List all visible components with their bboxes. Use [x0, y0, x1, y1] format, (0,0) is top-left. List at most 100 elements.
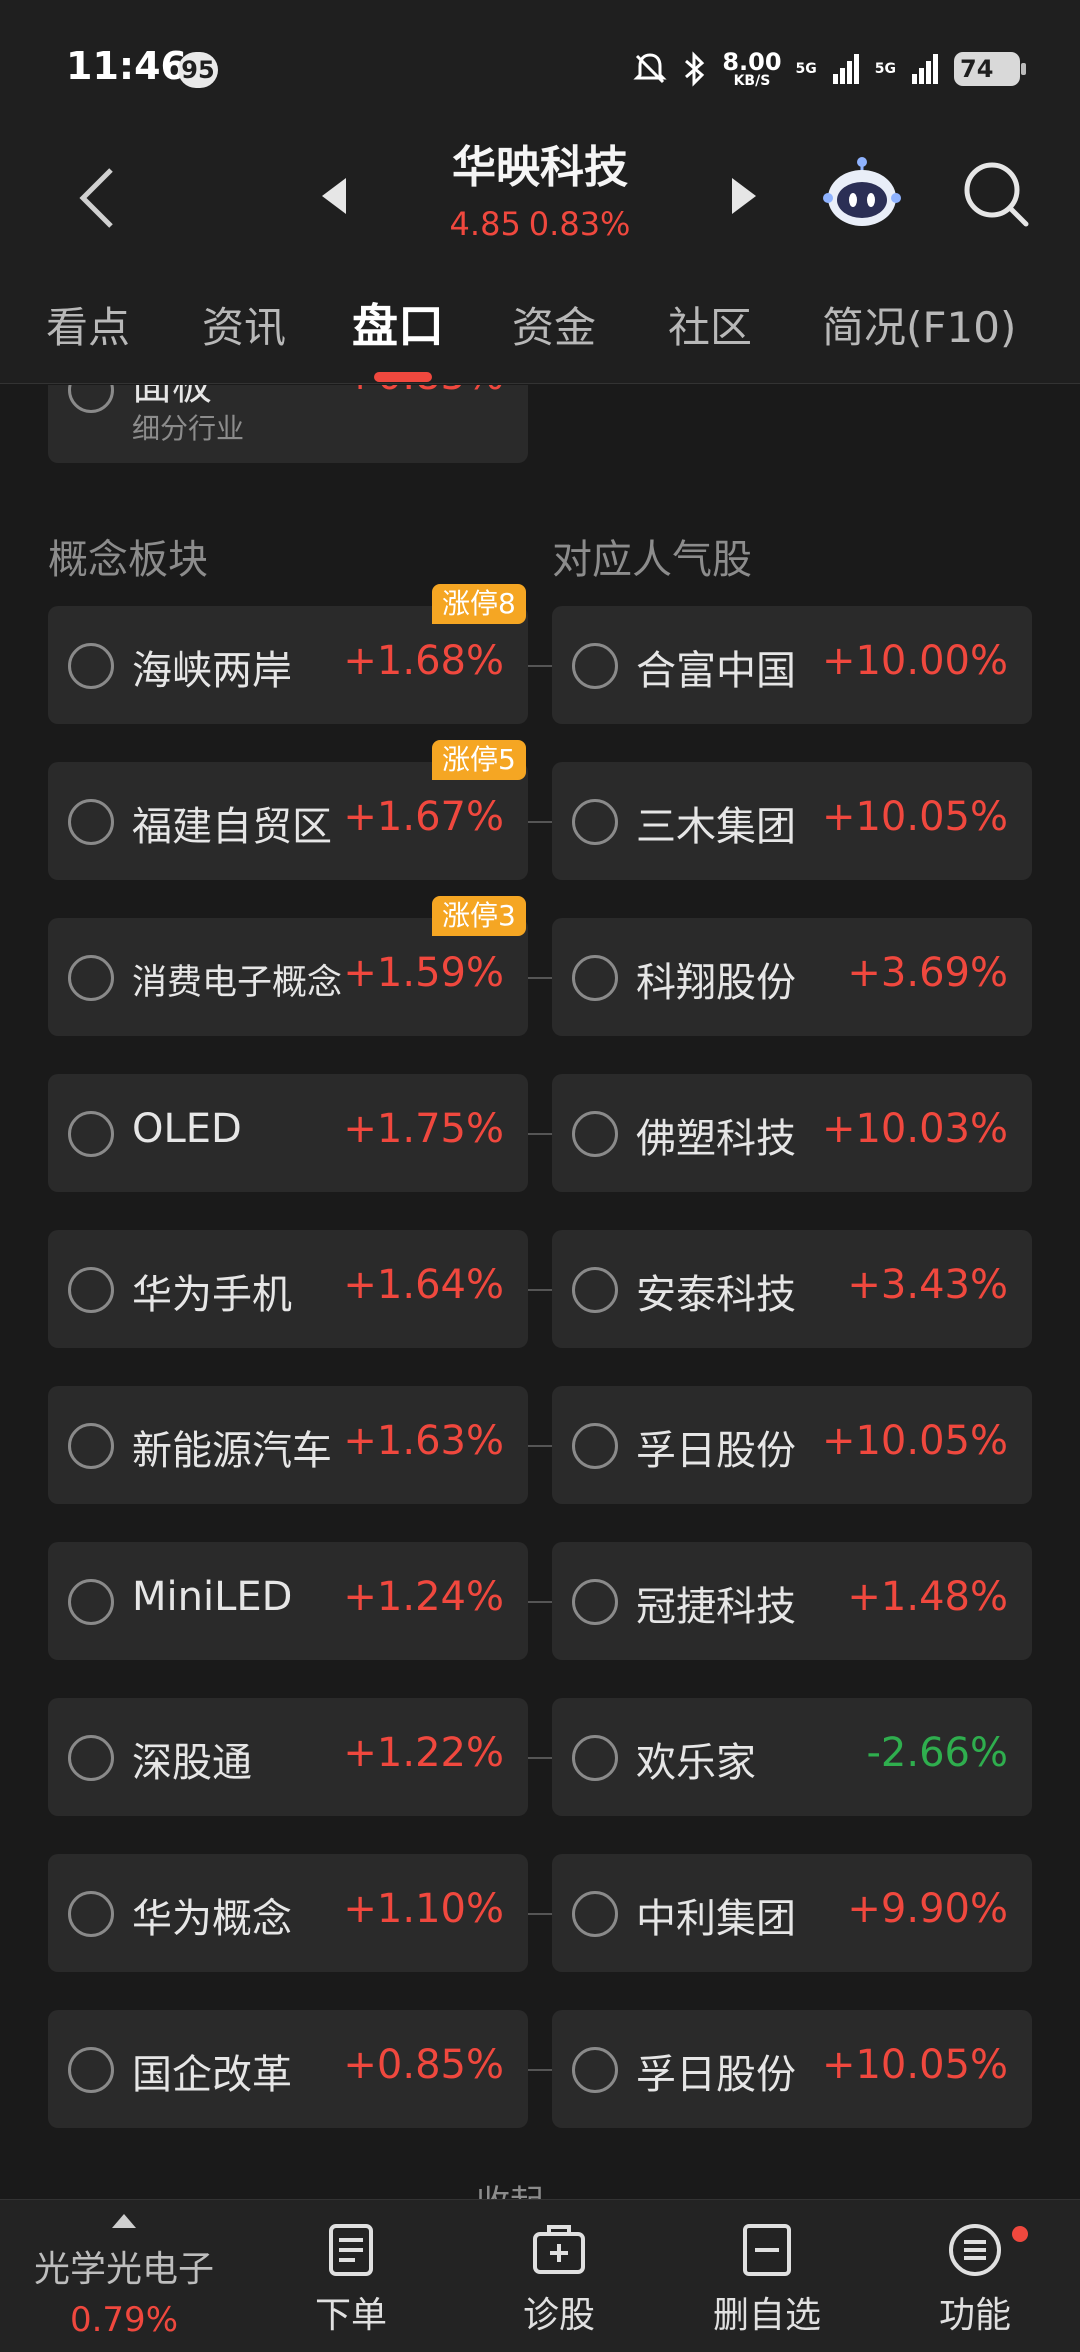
popular-stock-card[interactable]: 佛塑科技 +10.03% [552, 1074, 1032, 1192]
row-connector [528, 2069, 552, 2071]
limit-up-badge: 涨停8 [432, 584, 526, 624]
concept-card[interactable]: MiniLED +1.24% [48, 1542, 528, 1660]
back-button[interactable] [62, 158, 132, 238]
select-radio[interactable] [68, 643, 114, 689]
tab-community[interactable]: 社区 [668, 294, 752, 355]
tab-market[interactable]: 盘口 [352, 290, 444, 356]
popular-stock-card[interactable]: 孚日股份 +10.05% [552, 2010, 1032, 2128]
bluetooth-icon [685, 51, 705, 87]
select-radio[interactable] [68, 799, 114, 845]
concept-pct: +1.67% [343, 794, 504, 840]
select-radio[interactable] [68, 1423, 114, 1469]
stock-name: 冠捷科技 [636, 1584, 796, 1630]
row-connector [528, 1133, 552, 1135]
limit-up-badge: 涨停5 [432, 740, 526, 780]
collapse-button[interactable]: 收起 [476, 2175, 544, 2199]
notification-badge: 95 [178, 52, 218, 88]
back-icon [79, 168, 113, 228]
signal-icon [912, 54, 938, 84]
popular-stock-card[interactable]: 冠捷科技 +1.48% [552, 1542, 1032, 1660]
concept-pct: +1.22% [343, 1730, 504, 1776]
stock-pct: +10.05% [821, 1418, 1008, 1464]
select-radio[interactable] [572, 2047, 618, 2093]
concept-card[interactable]: OLED +1.75% [48, 1074, 528, 1192]
concept-name: OLED [132, 1106, 242, 1152]
popular-stock-card[interactable]: 欢乐家 -2.66% [552, 1698, 1032, 1816]
diagnose-label: 诊股 [522, 2295, 595, 2336]
select-radio[interactable] [572, 955, 618, 1001]
select-radio[interactable] [572, 1579, 618, 1625]
menu-icon [949, 2224, 1001, 2276]
next-stock-button[interactable] [722, 166, 766, 226]
select-radio[interactable] [68, 1891, 114, 1937]
select-radio[interactable] [572, 1891, 618, 1937]
robot-assistant-icon [823, 157, 901, 226]
stock-pct: +10.05% [821, 2042, 1008, 2088]
popular-stock-card[interactable]: 中利集团 +9.90% [552, 1854, 1032, 1972]
prev-stock-button[interactable] [312, 166, 356, 226]
concept-card[interactable]: 深股通 +1.22% [48, 1698, 528, 1816]
select-radio[interactable] [572, 799, 618, 845]
order-icon [329, 2224, 373, 2276]
concept-card[interactable]: 华为手机 +1.64% [48, 1230, 528, 1348]
select-radio[interactable] [68, 385, 114, 413]
select-radio[interactable] [572, 1267, 618, 1313]
row-connector [528, 1289, 552, 1291]
signal-icon [832, 54, 859, 84]
stock-name: 佛塑科技 [636, 1116, 796, 1162]
tab-profile-f10[interactable]: 简况(F10) [822, 294, 1016, 355]
remove-watchlist-label: 删自选 [712, 2295, 821, 2336]
tab-highlights[interactable]: 看点 [46, 294, 130, 355]
row-connector [528, 1757, 552, 1759]
stock-quote: 4.85 0.83% [380, 200, 700, 248]
sector-quick-view[interactable]: 光学光电子 0.79% [0, 2200, 248, 2352]
concept-pct: +1.63% [343, 1418, 504, 1464]
select-radio[interactable] [572, 1735, 618, 1781]
select-radio[interactable] [572, 1423, 618, 1469]
network-type-2: 5G [874, 61, 896, 77]
stock-name: 孚日股份 [636, 1428, 796, 1474]
concept-card[interactable]: 国企改革 +0.85% [48, 2010, 528, 2128]
remove-watchlist-button[interactable]: 删自选 [682, 2200, 852, 2352]
concept-pct: +1.24% [343, 1574, 504, 1620]
stock-pct: +1.48% [847, 1574, 1008, 1620]
concept-pct: +1.68% [343, 638, 504, 684]
stock-pct: -2.66% [866, 1730, 1008, 1776]
robot-assistant-button[interactable] [822, 152, 902, 232]
select-radio[interactable] [68, 1735, 114, 1781]
popular-stock-section-label: 对应人气股 [552, 537, 752, 583]
functions-button[interactable]: 功能 [890, 2200, 1060, 2352]
prev-stock-icon [322, 178, 346, 214]
select-radio[interactable] [572, 1111, 618, 1157]
sector-pct: 0.79% [69, 2300, 178, 2340]
stock-name: 华映科技 [452, 142, 628, 193]
select-radio[interactable] [68, 2047, 114, 2093]
popular-stock-card[interactable]: 合富中国 +10.00% [552, 606, 1032, 724]
row-connector [528, 1601, 552, 1603]
concept-pct: +1.75% [343, 1106, 504, 1152]
search-button[interactable] [958, 156, 1034, 232]
popular-stock-card[interactable]: 科翔股份 +3.69% [552, 918, 1032, 1036]
select-radio[interactable] [68, 955, 114, 1001]
search-icon [964, 162, 1029, 227]
tab-news[interactable]: 资讯 [202, 294, 286, 355]
concept-section-label: 概念板块 [48, 537, 208, 583]
popular-stock-card[interactable]: 安泰科技 +3.43% [552, 1230, 1032, 1348]
network-speed: 8.00 KB/S [722, 48, 782, 89]
popular-stock-card[interactable]: 三木集团 +10.05% [552, 762, 1032, 880]
popular-stock-card[interactable]: 孚日股份 +10.05% [552, 1386, 1032, 1504]
select-radio[interactable] [572, 643, 618, 689]
industry-card[interactable]: 面板 细分行业 +0.85% [48, 385, 528, 463]
concept-card[interactable]: 新能源汽车 +1.63% [48, 1386, 528, 1504]
diagnose-button[interactable]: 诊股 [474, 2200, 644, 2352]
concept-name: 深股通 [132, 1740, 252, 1786]
concept-name: 消费电子概念 [132, 963, 343, 1003]
order-button[interactable]: 下单 [266, 2200, 436, 2352]
select-radio[interactable] [68, 1267, 114, 1313]
concept-card[interactable]: 华为概念 +1.10% [48, 1854, 528, 1972]
active-tab-indicator [374, 372, 432, 382]
tab-funds[interactable]: 资金 [512, 294, 596, 355]
select-radio[interactable] [68, 1111, 114, 1157]
select-radio[interactable] [68, 1579, 114, 1625]
stock-pct: +9.90% [847, 1886, 1008, 1932]
